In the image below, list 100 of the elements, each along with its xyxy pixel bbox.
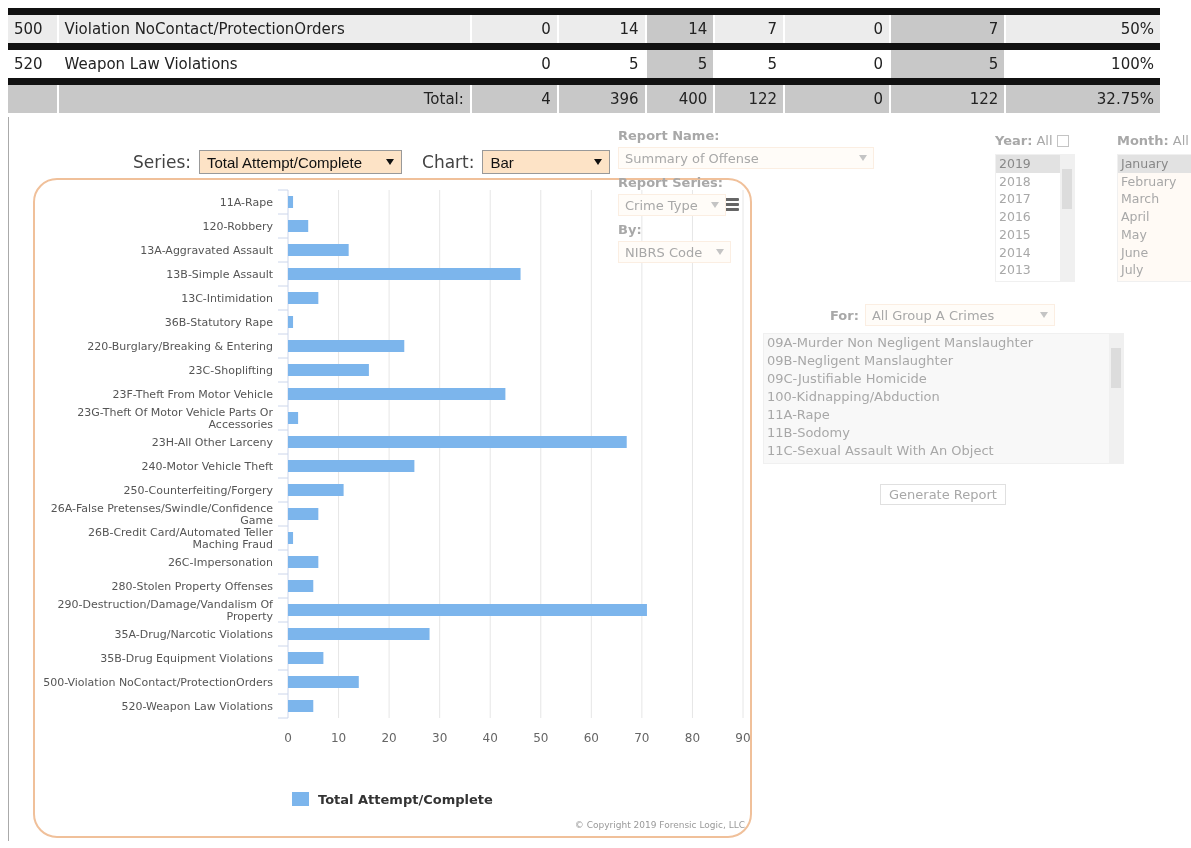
scrollbar[interactable] [1060,155,1074,281]
list-option[interactable]: 2018 [996,172,1060,191]
list-option[interactable]: 09C-Justifiable Homicide [764,370,1109,388]
report-name-dropdown[interactable]: Summary of Offense [618,147,874,169]
list-option[interactable]: April [1118,208,1191,226]
category-label: 280-Stolen Property Offenses [111,580,273,593]
by-dropdown[interactable]: NIBRS Code [618,241,731,263]
chart-type-dropdown[interactable]: Bar [482,150,611,174]
axis-tick-label: 60 [583,731,599,745]
year-list[interactable]: 2019 2018 2017 2016 2015 2014 2013 [995,154,1075,282]
axis-tick-label: 30 [432,731,448,745]
report-series-dropdown[interactable]: Crime Type [618,194,726,216]
scrollbar[interactable] [1109,334,1123,463]
series-dropdown[interactable]: Total Attempt/Complete [199,150,402,174]
list-option[interactable]: 11A-Rape [764,406,1109,424]
list-option[interactable]: 2019 [996,155,1060,173]
bar [288,412,299,424]
category-label: 240-Motor Vehicle Theft [141,460,273,473]
axis-tick-label: 20 [381,731,397,745]
caret-icon [716,249,724,255]
category-label: 250-Counterfeiting/Forgery [123,484,273,497]
category-label: 23F-Theft From Motor Vehicle [112,388,273,401]
category-label: 520-Weapon Law Violations [121,700,273,713]
category-label: 23H-All Other Larceny [151,436,273,449]
bar [288,292,319,304]
table-cell: 122 [890,81,1006,113]
table-cell: 400 [645,81,715,113]
bar [288,508,319,520]
list-option[interactable]: March [1118,190,1191,209]
category-label: 36B-Statutory Rape [164,316,273,329]
field-label: For: [830,307,859,323]
bar [288,676,359,688]
dropdown-label: Series: [133,152,191,172]
table-cell: 4 [470,81,558,113]
list-option[interactable]: 2017 [996,190,1060,209]
category-label: 13B-Simple Assault [166,268,273,281]
list-option[interactable]: July [1118,261,1191,279]
field-label: Report Name: [618,128,720,143]
category-label: 13C-Intimidation [181,292,273,305]
list-option[interactable]: 2015 [996,225,1060,244]
category-label: 35B-Drug Equipment Violations [100,652,273,665]
category-label: 23C-Shoplifting [188,364,273,377]
category-label: 26B-Credit Card/Automated Teller Maching Fraud [87,526,273,551]
category-label: 290-Destruction/Damage/Vandalism Of Property [57,598,273,623]
generate-report-button[interactable]: Generate Report [880,484,1006,505]
legend-item[interactable]: Total Attempt/Complete [292,792,493,807]
crime-list[interactable]: 09A-Murder Non Negligent Manslaughter 09B-Negligent Manslaughter 09C-Justifiable Homicide 100-Kidnapping/Abduction 11A-Rape 11B-Sodomy 11C-Sexual Assault With An Object [763,333,1124,464]
bar [288,244,349,256]
axis-tick-label: 10 [330,731,347,745]
field-label: By: [618,222,642,237]
list-option[interactable]: 100-Kidnapping/Abduction [764,388,1109,406]
caret-icon [711,202,719,208]
bar [288,700,314,712]
total-label: Total: [57,81,471,113]
list-option[interactable]: 2014 [996,243,1060,262]
all-label: All [1172,133,1189,148]
category-label: 120-Robbery [202,220,273,233]
crime-group-dropdown[interactable]: All Group A Crimes [864,304,1055,326]
list-option[interactable]: 2013 [996,261,1060,279]
list-option[interactable]: June [1118,243,1191,262]
copyright-text: © Copyright 2019 Forensic Logic, LLC [574,820,745,830]
bar [288,220,309,232]
bar [288,532,294,544]
bar [288,196,294,208]
caret-icon [386,159,394,165]
table-cell: 32.75% [1005,81,1160,113]
dropdown-label: Chart: [422,152,475,172]
category-label: 26A-False Pretenses/Swindle/Confidence Game [50,502,273,527]
bar [288,316,294,328]
axis-tick-label: 90 [735,731,751,745]
checkbox[interactable] [1056,134,1069,147]
category-label: 11A-Rape [219,196,273,209]
caret-icon [859,155,867,161]
month-list[interactable]: January February March April May June July [1117,154,1191,282]
category-label: 35A-Drug/Narcotic Violations [114,628,273,641]
list-option[interactable]: 09B-Negligent Manslaughter [764,352,1109,370]
axis-tick-label: 80 [684,731,701,745]
list-option[interactable]: May [1118,225,1191,244]
axis-tick-label: 70 [634,731,650,745]
category-label: 500-Violation NoContact/ProtectionOrders [43,676,273,689]
bar [288,580,314,592]
table-cell: 396 [557,81,646,113]
category-label: 220-Burglary/Breaking & Entering [87,340,273,353]
list-option[interactable]: 11C-Sexual Assault With An Object [764,442,1109,460]
caret-icon [594,159,603,165]
table-cell: 122 [714,81,785,113]
caret-icon [1039,312,1048,318]
field-label: Month: [1117,133,1169,148]
list-option[interactable]: February [1118,172,1191,191]
list-option[interactable]: 09A-Murder Non Negligent Manslaughter [764,334,1109,352]
bar [288,652,324,664]
axis-tick-label: 50 [533,731,549,745]
all-label: All [1036,133,1053,148]
list-option[interactable]: 2016 [996,208,1060,226]
list-option[interactable]: January [1118,155,1191,173]
category-label: 13A-Aggravated Assault [140,244,273,257]
table-cell: 0 [784,81,891,113]
category-label: 26C-Impersonation [167,556,273,569]
bar [288,484,344,496]
list-option[interactable]: 11B-Sodomy [764,424,1109,442]
